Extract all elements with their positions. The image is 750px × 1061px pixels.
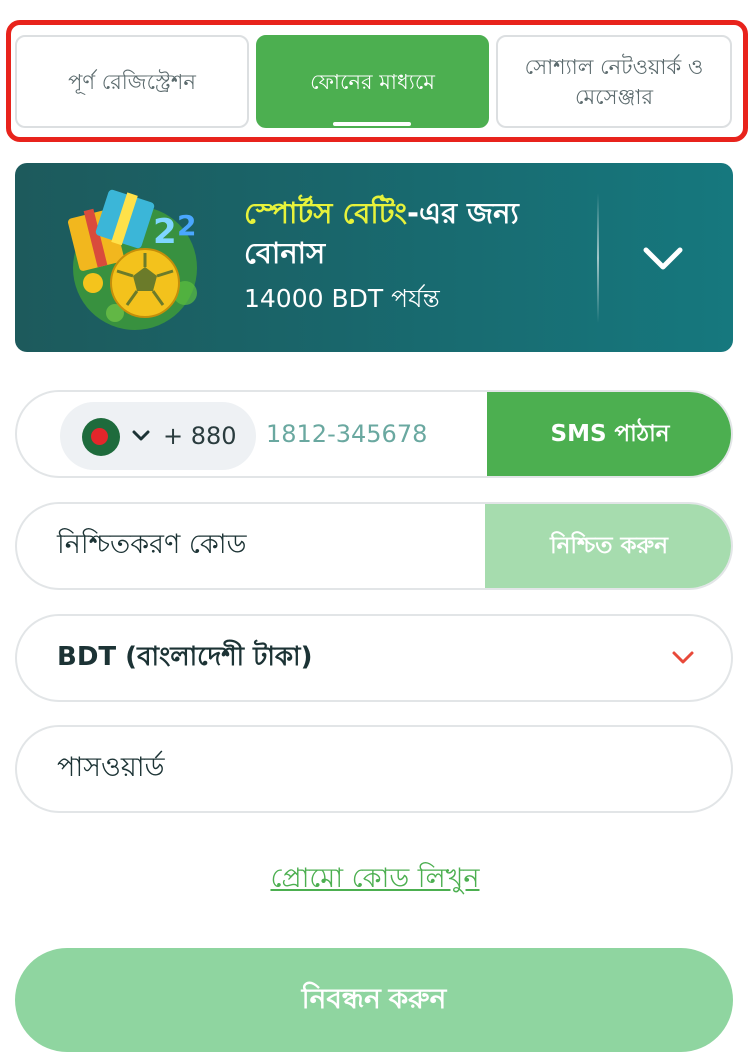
phone-input[interactable] xyxy=(266,392,486,476)
country-selector[interactable]: + 880 xyxy=(60,402,256,470)
phone-field: + 880 SMS পাঠান xyxy=(15,390,733,478)
register-button-label: নিবন্ধন করুন xyxy=(301,982,447,1014)
register-button[interactable]: নিবন্ধন করুন xyxy=(15,948,733,1052)
currency-selected-value: BDT (বাংলাদেশী টাকা) xyxy=(57,642,313,672)
bonus-title-accent: স্পোর্টস বেটিং xyxy=(244,196,407,230)
send-sms-button[interactable]: SMS পাঠান xyxy=(487,392,731,476)
chevron-down-icon xyxy=(672,651,694,664)
bonus-amount: 14000 BDT পর্যন্ত xyxy=(244,284,440,313)
confirmation-code-field[interactable]: নিশ্চিতকরণ কোড নিশ্চিত করুন xyxy=(15,502,733,590)
bonus-banner[interactable]: 2 2 স্পোর্টস বেটিং-এর জন্য বোনাস 14000 B… xyxy=(15,163,733,352)
country-code: + 880 xyxy=(163,422,237,450)
svg-text:2: 2 xyxy=(177,209,196,242)
bonus-divider xyxy=(597,193,599,323)
chevron-down-icon[interactable] xyxy=(640,238,686,278)
tabs-highlight-frame xyxy=(6,20,748,142)
send-sms-label: SMS পাঠান xyxy=(550,420,670,447)
chevron-down-icon xyxy=(132,430,150,441)
confirmation-code-placeholder: নিশ্চিতকরণ কোড xyxy=(57,528,247,560)
confirm-button-label: নিশ্চিত করুন xyxy=(550,532,668,559)
confirm-button[interactable]: নিশ্চিত করুন xyxy=(485,504,731,588)
football-icon xyxy=(110,248,180,318)
currency-select[interactable]: BDT (বাংলাদেশী টাকা) xyxy=(15,614,733,702)
password-placeholder: পাসওয়ার্ড xyxy=(57,751,165,783)
promo-code-link[interactable]: প্রোমো কোড লিখুন xyxy=(0,858,750,903)
password-field[interactable]: পাসওয়ার্ড xyxy=(15,725,733,813)
bangladesh-flag-icon xyxy=(82,418,120,456)
bonus-title: স্পোর্টস বেটিং-এর জন্য বোনাস xyxy=(244,193,604,273)
